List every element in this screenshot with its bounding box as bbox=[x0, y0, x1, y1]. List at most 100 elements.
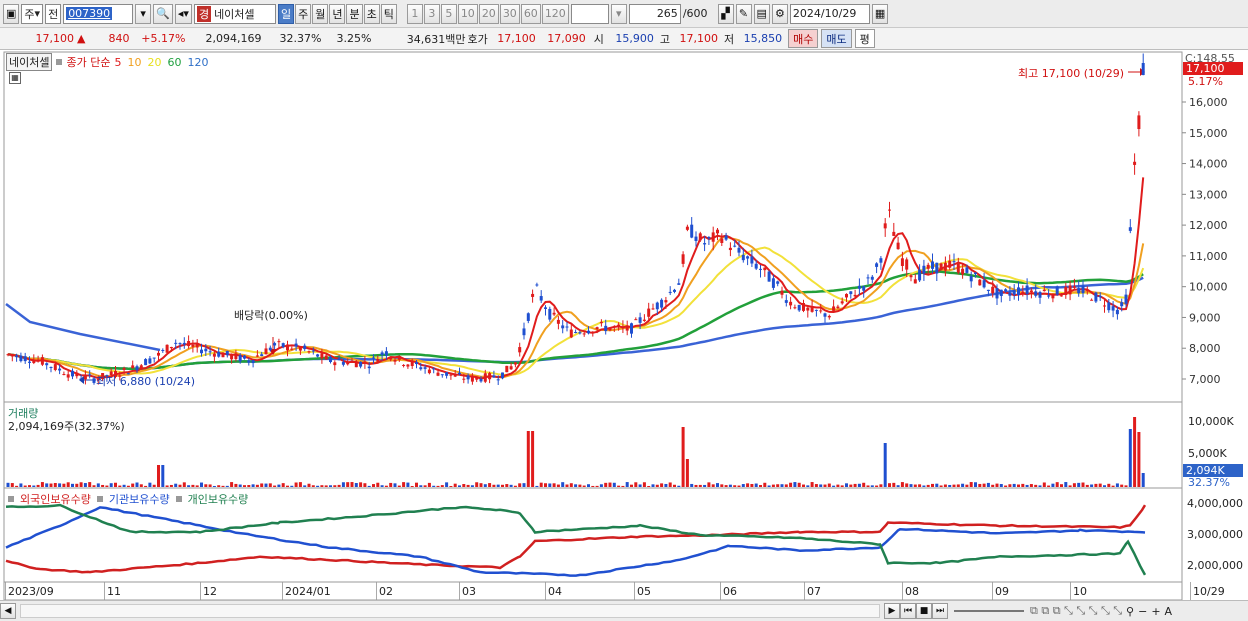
volume-bar bbox=[436, 485, 440, 487]
candle-body bbox=[866, 277, 870, 279]
volume-bar bbox=[53, 483, 57, 487]
volume-bar bbox=[587, 484, 590, 487]
candle-body bbox=[40, 357, 44, 365]
volume-bar bbox=[965, 484, 969, 487]
candle-body bbox=[561, 325, 565, 329]
candle-body bbox=[230, 354, 234, 360]
candle-body bbox=[195, 343, 199, 348]
first-icon[interactable]: ⏮ bbox=[900, 603, 916, 619]
last-icon[interactable]: ⏭ bbox=[932, 603, 948, 619]
candle-body bbox=[1107, 302, 1111, 311]
buy-button[interactable]: 매수 bbox=[788, 29, 819, 48]
horizontal-scrollbar[interactable] bbox=[20, 604, 880, 618]
candle-body bbox=[857, 285, 861, 289]
legend-title[interactable]: 네이처셀 bbox=[6, 53, 53, 71]
interval-button[interactable]: 60 bbox=[520, 3, 541, 24]
period-button[interactable]: 틱 bbox=[380, 3, 397, 24]
zoom-in-button[interactable]: + bbox=[1151, 605, 1160, 618]
chart-type-icon[interactable]: ▞ bbox=[717, 3, 734, 24]
stock-chart[interactable]: 16,000 15,000 14,000 13,000 12,000 11,000 10,0… bbox=[0, 50, 1248, 621]
period-button[interactable]: 초 bbox=[363, 3, 380, 24]
market-select[interactable]: 주 ▾ bbox=[21, 3, 44, 24]
candle-body bbox=[746, 256, 750, 259]
gear-icon[interactable]: ⚙ bbox=[771, 3, 788, 24]
search-icon[interactable]: 🔍 bbox=[153, 3, 173, 24]
volume-bar bbox=[638, 484, 642, 487]
candle-body bbox=[445, 372, 449, 376]
candle-body bbox=[698, 233, 702, 241]
interval-button[interactable]: 120 bbox=[541, 3, 569, 24]
ma-period-label: 60 bbox=[167, 55, 182, 69]
interval-button[interactable]: 30 bbox=[499, 3, 520, 24]
candle-body bbox=[243, 355, 246, 359]
interval-button[interactable]: 3 bbox=[423, 3, 440, 24]
candle-body bbox=[376, 359, 380, 362]
volume-bar bbox=[875, 485, 879, 487]
volume-bar bbox=[814, 484, 818, 487]
candle-body bbox=[83, 374, 87, 380]
window-icon[interactable]: ▣ bbox=[3, 3, 20, 24]
count-input[interactable]: 265 bbox=[628, 3, 681, 24]
period-button[interactable]: 년 bbox=[329, 3, 346, 24]
x-tick-label: 2023/09 bbox=[8, 585, 54, 598]
date-input[interactable]: 2024/10/29 bbox=[789, 3, 870, 24]
interval-button[interactable]: 1 bbox=[406, 3, 423, 24]
type-select[interactable]: 전 bbox=[45, 3, 62, 24]
table-icon[interactable]: ▦ bbox=[9, 72, 21, 84]
volume-bar bbox=[1133, 417, 1137, 487]
candle-body bbox=[991, 286, 995, 294]
drawing-tools[interactable]: ⧉ ⧉ ⧉ ⤡ ⤡ ⤡ ⤡ ⤡ bbox=[1030, 604, 1122, 618]
candle-body bbox=[535, 284, 539, 286]
stop-icon[interactable]: ■ bbox=[916, 603, 932, 619]
candle-body bbox=[1072, 286, 1076, 288]
candle-body bbox=[677, 283, 681, 285]
ma-period-label: 5 bbox=[114, 55, 122, 69]
speaker-icon[interactable]: ◂▾ bbox=[174, 3, 192, 24]
volume-bar bbox=[771, 484, 775, 487]
period-button[interactable]: 주 bbox=[295, 3, 312, 24]
interval-dropdown-icon[interactable]: ▾ bbox=[610, 3, 627, 24]
candle-body bbox=[427, 369, 431, 374]
font-button[interactable]: A bbox=[1165, 605, 1173, 618]
square-icon bbox=[96, 496, 103, 502]
draw-tool-icon[interactable]: ✎ bbox=[735, 3, 752, 24]
candle-body bbox=[544, 307, 547, 309]
candle-body bbox=[1133, 161, 1137, 165]
sell-button[interactable]: 매도 bbox=[821, 29, 852, 48]
period-button[interactable]: 월 bbox=[312, 3, 329, 24]
calendar-icon[interactable]: ▦ bbox=[871, 3, 889, 24]
zoom-out-button[interactable]: − bbox=[1138, 605, 1147, 618]
scroll-left-icon[interactable]: ◀ bbox=[0, 603, 16, 619]
candle-body bbox=[754, 263, 758, 269]
candle-body bbox=[157, 352, 160, 356]
dropdown-icon[interactable]: ▾ bbox=[135, 3, 152, 24]
volume-bar bbox=[178, 484, 182, 487]
y-tick-label: 13,000 bbox=[1189, 188, 1228, 201]
volume-bar bbox=[135, 482, 139, 487]
candle-body bbox=[406, 364, 410, 367]
interval-button[interactable]: 20 bbox=[478, 3, 499, 24]
scroll-right-icon[interactable]: ▶ bbox=[884, 603, 900, 619]
volume-bar bbox=[918, 484, 922, 487]
interval-input[interactable] bbox=[570, 3, 609, 24]
zoom-slider[interactable] bbox=[954, 610, 1024, 612]
period-button[interactable]: 분 bbox=[346, 3, 363, 24]
stock-name-field[interactable]: 경 네이처셀 bbox=[193, 3, 276, 24]
volume-bar bbox=[410, 485, 414, 487]
ratio-value: 3.25% bbox=[336, 32, 372, 45]
volume-bar bbox=[333, 485, 337, 487]
period-button[interactable]: 일 bbox=[277, 3, 295, 24]
candle-body bbox=[634, 319, 638, 321]
interval-button[interactable]: 5 bbox=[440, 3, 457, 24]
volume-bar bbox=[324, 485, 328, 487]
candle-body bbox=[660, 299, 664, 308]
save-icon[interactable]: ▤ bbox=[753, 3, 770, 24]
code-input[interactable]: 007390 bbox=[63, 3, 134, 24]
zoom-search-icon[interactable]: ⚲ bbox=[1126, 605, 1134, 618]
interval-button[interactable]: 10 bbox=[457, 3, 478, 24]
candle-body bbox=[191, 344, 195, 347]
volume-bar bbox=[1072, 483, 1076, 487]
eval-button[interactable]: 평 bbox=[854, 29, 875, 48]
y-tick-label: 11,000 bbox=[1189, 250, 1228, 263]
volume-bar bbox=[393, 483, 397, 487]
